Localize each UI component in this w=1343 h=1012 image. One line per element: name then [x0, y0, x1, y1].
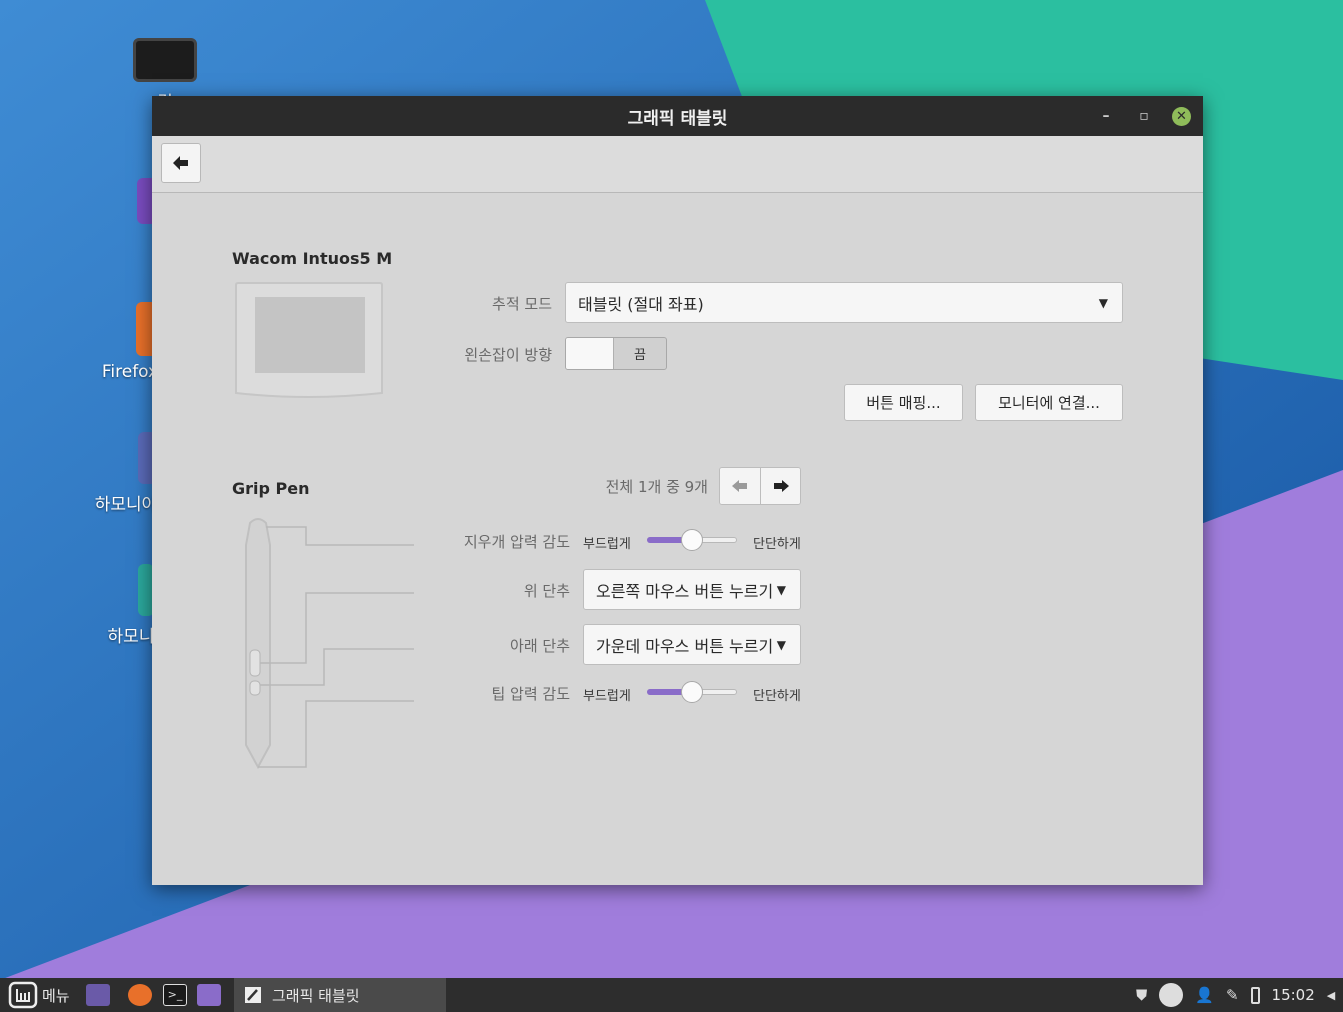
tip-soft-label: 부드럽게: [583, 689, 631, 704]
task-label: 그래픽 태블릿: [272, 986, 360, 1005]
eraser-soft-label: 부드럽게: [583, 537, 631, 552]
pen-illustration: [245, 518, 414, 770]
tablet-name: Wacom Intuos5 M: [232, 249, 393, 268]
restore-button[interactable]: ▫: [1134, 108, 1154, 124]
files-launcher[interactable]: [197, 978, 221, 1012]
graphics-tablet-window: 그래픽 태블릿 – ▫ ✕ Wacom Intuos5 M 추적 모드 태블릿 …: [152, 96, 1203, 885]
terminal-icon: >_: [163, 984, 187, 1006]
left-handed-switch[interactable]: 끔: [565, 337, 667, 370]
top-button-label: 위 단추: [523, 582, 570, 600]
minimize-button[interactable]: –: [1096, 108, 1116, 124]
taskbar: 메뉴 >_ 그래픽 태블릿 ⛊ 👤 ✎ 15:02 ◀: [0, 978, 1343, 1012]
switch-knob: [566, 338, 614, 369]
chevron-down-icon: ▼: [1098, 295, 1108, 310]
chevron-down-icon: ▼: [776, 582, 786, 597]
system-tray: ⛊ 👤 ✎ 15:02 ◀: [1136, 978, 1335, 1012]
tracking-mode-label: 추적 모드: [492, 295, 552, 313]
tracking-mode-value: 태블릿 (절대 좌표): [578, 294, 704, 314]
desktop-icon: [86, 984, 110, 1006]
slider-thumb[interactable]: [681, 681, 703, 703]
terminal-launcher[interactable]: >_: [163, 978, 187, 1012]
close-button[interactable]: ✕: [1172, 106, 1191, 126]
button-mapping-button[interactable]: 버튼 매핑...: [844, 384, 963, 421]
eraser-pressure-slider[interactable]: [647, 529, 737, 551]
map-to-monitor-button[interactable]: 모니터에 연결...: [975, 384, 1123, 421]
tip-pressure-label: 팁 압력 감도: [491, 685, 570, 703]
firefox-launcher[interactable]: [128, 978, 152, 1012]
bottom-button-value: 가운데 마우스 버튼 누르기: [596, 636, 774, 656]
switch-state: 끔: [634, 348, 646, 363]
bottom-button-combo[interactable]: 가운데 마우스 버튼 누르기 ▼: [583, 624, 801, 665]
stylus-name: Grip Pen: [232, 479, 310, 498]
window-titlebar[interactable]: 그래픽 태블릿 – ▫ ✕: [152, 96, 1203, 136]
top-button-value: 오른쪽 마우스 버튼 누르기: [596, 581, 774, 601]
pen-icon[interactable]: ✎: [1226, 986, 1239, 1004]
desktop-icon-label: 하모니: [107, 627, 155, 647]
stylus-page-info: 전체 1개 중 9개: [605, 478, 708, 496]
computer-icon: [133, 38, 197, 82]
user-icon[interactable]: 👤: [1195, 986, 1214, 1004]
back-button[interactable]: [161, 143, 201, 183]
toolbar: [152, 136, 1203, 193]
desktop-icon-label: 하모니아: [94, 495, 158, 515]
volume-icon[interactable]: ◀: [1327, 989, 1335, 1002]
next-stylus-button[interactable]: [760, 468, 800, 504]
menu-button[interactable]: 메뉴: [8, 978, 70, 1012]
desktop-icon-label: Firefox: [101, 362, 159, 382]
tip-pressure-slider[interactable]: [647, 681, 737, 703]
mint-logo-icon: [8, 981, 38, 1009]
task-graphics-tablet[interactable]: 그래픽 태블릿: [234, 978, 446, 1012]
tip-firm-label: 단단하게: [753, 689, 801, 704]
tablet-pen-icon: [245, 987, 261, 1003]
arrow-right-icon: [773, 480, 789, 492]
window-title: 그래픽 태블릿: [627, 108, 728, 129]
firefox-icon: [128, 984, 152, 1006]
folder-icon: [197, 984, 221, 1006]
battery-icon[interactable]: [1250, 986, 1260, 1004]
settings-content: Wacom Intuos5 M 추적 모드 태블릿 (절대 좌표) ▼ 왼손잡이…: [152, 193, 1203, 885]
left-handed-label: 왼손잡이 방향: [464, 346, 552, 364]
status-circle-icon[interactable]: [1159, 983, 1184, 1007]
top-button-combo[interactable]: 오른쪽 마우스 버튼 누르기 ▼: [583, 569, 801, 610]
shield-icon[interactable]: ⛊: [1136, 986, 1147, 1004]
arrow-left-icon: [732, 480, 747, 492]
tablet-illustration: [235, 282, 383, 398]
menu-label: 메뉴: [42, 986, 70, 1005]
eraser-pressure-label: 지우개 압력 감도: [463, 533, 570, 551]
stylus-pager: [719, 467, 801, 505]
previous-stylus-button[interactable]: [720, 468, 760, 504]
clock[interactable]: 15:02: [1272, 986, 1315, 1004]
bottom-button-label: 아래 단추: [510, 637, 570, 655]
eraser-firm-label: 단단하게: [753, 537, 801, 552]
chevron-down-icon: ▼: [776, 637, 786, 652]
slider-thumb[interactable]: [681, 529, 703, 551]
tracking-mode-combo[interactable]: 태블릿 (절대 좌표) ▼: [565, 282, 1123, 323]
arrow-left-icon: [173, 156, 188, 170]
show-desktop-button[interactable]: [86, 978, 110, 1012]
